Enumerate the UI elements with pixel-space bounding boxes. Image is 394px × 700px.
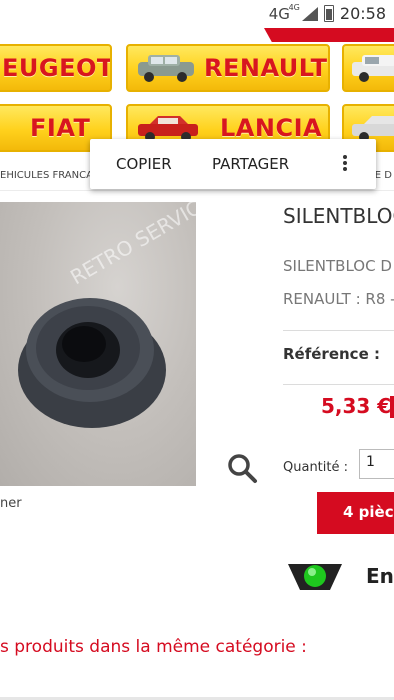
product-title: SILENTBLOC	[283, 204, 394, 228]
nav-link-next[interactable]: E D	[375, 170, 392, 181]
car-image	[352, 55, 394, 82]
divider	[0, 190, 394, 191]
brand-tile-renault[interactable]: RENAULT	[126, 44, 330, 92]
brand-label: RENAULT	[204, 54, 328, 82]
car-image	[138, 55, 194, 82]
status-icons: 4G 4G 20:58	[268, 2, 386, 24]
more-options-icon[interactable]	[338, 153, 352, 175]
brand-tile-peugeot[interactable]: EUGEOT	[0, 44, 112, 92]
availability-light-icon	[288, 564, 342, 590]
image-caption: ner	[0, 496, 22, 511]
copy-menu-item[interactable]: COPIER	[116, 155, 172, 173]
quantity-input[interactable]: 1	[359, 449, 394, 479]
zoom-icon[interactable]	[226, 452, 258, 484]
product-description: SILENTBLOC D	[283, 257, 392, 275]
divider	[283, 330, 394, 331]
stock-button[interactable]: 4 pièce	[317, 492, 394, 534]
signal-icon	[301, 6, 318, 21]
battery-icon	[323, 5, 334, 22]
nav-link-vehicules-francais[interactable]: EHICULES FRANCA	[0, 170, 93, 181]
availability-text: En	[366, 564, 394, 588]
clock: 20:58	[339, 4, 386, 23]
product-image[interactable]: RETRO SERVICES	[0, 202, 196, 486]
header-red-stripe	[264, 28, 394, 42]
brand-label: LANCIA	[220, 114, 323, 142]
brand-label: EUGEOT	[2, 54, 112, 82]
price-badge-edge	[390, 396, 394, 418]
related-products-heading: s produits dans la même catégorie :	[0, 637, 307, 657]
status-bar: 4G 4G 20:58	[0, 0, 394, 28]
share-menu-item[interactable]: PARTAGER	[212, 155, 289, 173]
brand-tile-next[interactable]	[342, 44, 394, 92]
text-selection-menu: COPIER PARTAGER	[90, 139, 376, 189]
product-compatibility: RENAULT : R8 -	[283, 290, 394, 308]
brand-label: FIAT	[30, 114, 91, 142]
watermark: RETRO SERVICES	[66, 202, 196, 289]
quantity-label: Quantité :	[283, 460, 348, 475]
product-price: 5,33 €	[321, 394, 392, 418]
silentbloc-photo: RETRO SERVICES	[18, 202, 196, 428]
divider	[283, 384, 394, 385]
network-indicator: 4G 4G	[268, 2, 300, 23]
reference-label: Référence :	[283, 345, 380, 363]
